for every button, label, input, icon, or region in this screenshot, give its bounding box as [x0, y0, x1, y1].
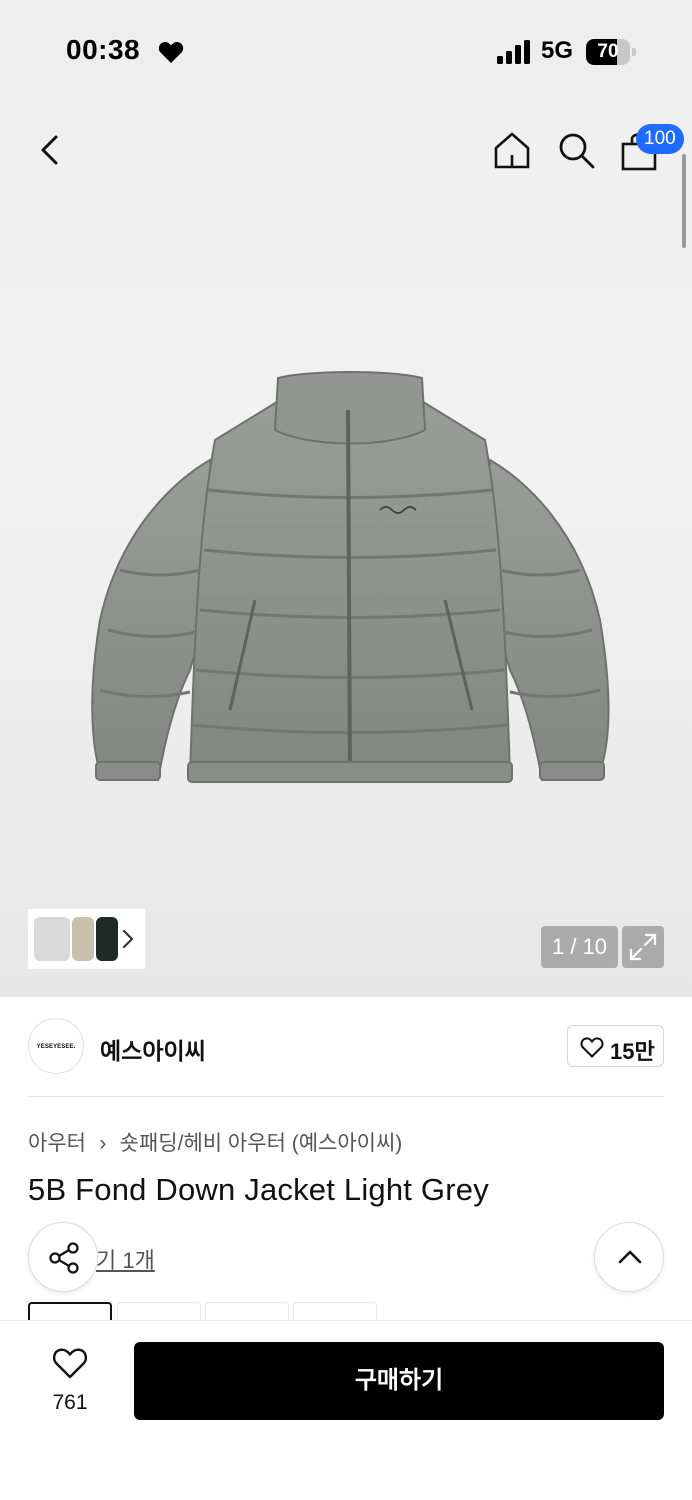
option-swatch[interactable] [205, 1302, 289, 1322]
chevron-right-icon: › [99, 1132, 107, 1155]
breadcrumb-item[interactable]: 아우터 [28, 1132, 86, 1155]
page-counter: 1 / 10 [541, 926, 618, 968]
share-icon [49, 1242, 79, 1274]
heart-icon [158, 41, 184, 63]
thumbnail-dark[interactable] [96, 917, 118, 961]
wishlist-count: 761 [52, 1391, 88, 1414]
home-icon[interactable] [492, 130, 532, 170]
option-swatch[interactable] [117, 1302, 201, 1322]
chevron-up-icon [618, 1250, 642, 1264]
bottom-action-bar: 761 구매하기 [0, 1320, 692, 1500]
thumbnail-grey[interactable] [34, 917, 70, 961]
search-icon[interactable] [556, 130, 596, 170]
brand-like-button[interactable]: 15만 [567, 1025, 664, 1067]
heart-icon [52, 1348, 88, 1379]
status-bar: 00:38 5G 70 [0, 0, 692, 100]
signal-icon [497, 40, 530, 64]
battery-level: 70 [597, 41, 619, 62]
review-link[interactable]: 기 1개 [96, 1243, 155, 1275]
cart-count-badge: 100 [636, 124, 684, 154]
chevron-right-icon[interactable] [121, 927, 135, 951]
thumbnail-strip[interactable] [28, 909, 145, 969]
product-gallery[interactable]: 100 1 / 10 [0, 100, 692, 997]
scrollbar[interactable] [682, 154, 686, 248]
thumbnail-beige[interactable] [72, 917, 94, 961]
product-image [91, 371, 610, 783]
wishlist-button[interactable]: 761 [40, 1347, 100, 1417]
heart-icon [580, 1037, 604, 1058]
option-swatch[interactable] [293, 1302, 377, 1322]
brand-row[interactable]: YESEYESEE. 예스아이씨 15만 [0, 997, 692, 1097]
brand-logo[interactable]: YESEYESEE. [28, 1018, 84, 1074]
divider [28, 1096, 664, 1097]
scroll-top-button[interactable] [594, 1222, 664, 1292]
breadcrumb: 아우터 › 숏패딩/헤비 아우터 (예스아이씨) [28, 1127, 402, 1157]
breadcrumb-item[interactable]: 숏패딩/헤비 아우터 (예스아이씨) [120, 1132, 403, 1155]
back-icon[interactable] [32, 132, 68, 168]
option-swatch[interactable] [28, 1302, 112, 1322]
status-time: 00:38 [66, 34, 141, 65]
network-label: 5G [541, 37, 574, 64]
product-title: 5B Fond Down Jacket Light Grey [28, 1172, 489, 1207]
expand-icon [629, 933, 657, 961]
expand-button[interactable] [622, 926, 664, 968]
brand-like-count: 15만 [610, 1039, 655, 1064]
battery-icon: 70 [586, 39, 636, 65]
buy-button[interactable]: 구매하기 [134, 1342, 664, 1420]
brand-name[interactable]: 예스아이씨 [100, 1032, 206, 1066]
share-button[interactable] [28, 1222, 98, 1292]
